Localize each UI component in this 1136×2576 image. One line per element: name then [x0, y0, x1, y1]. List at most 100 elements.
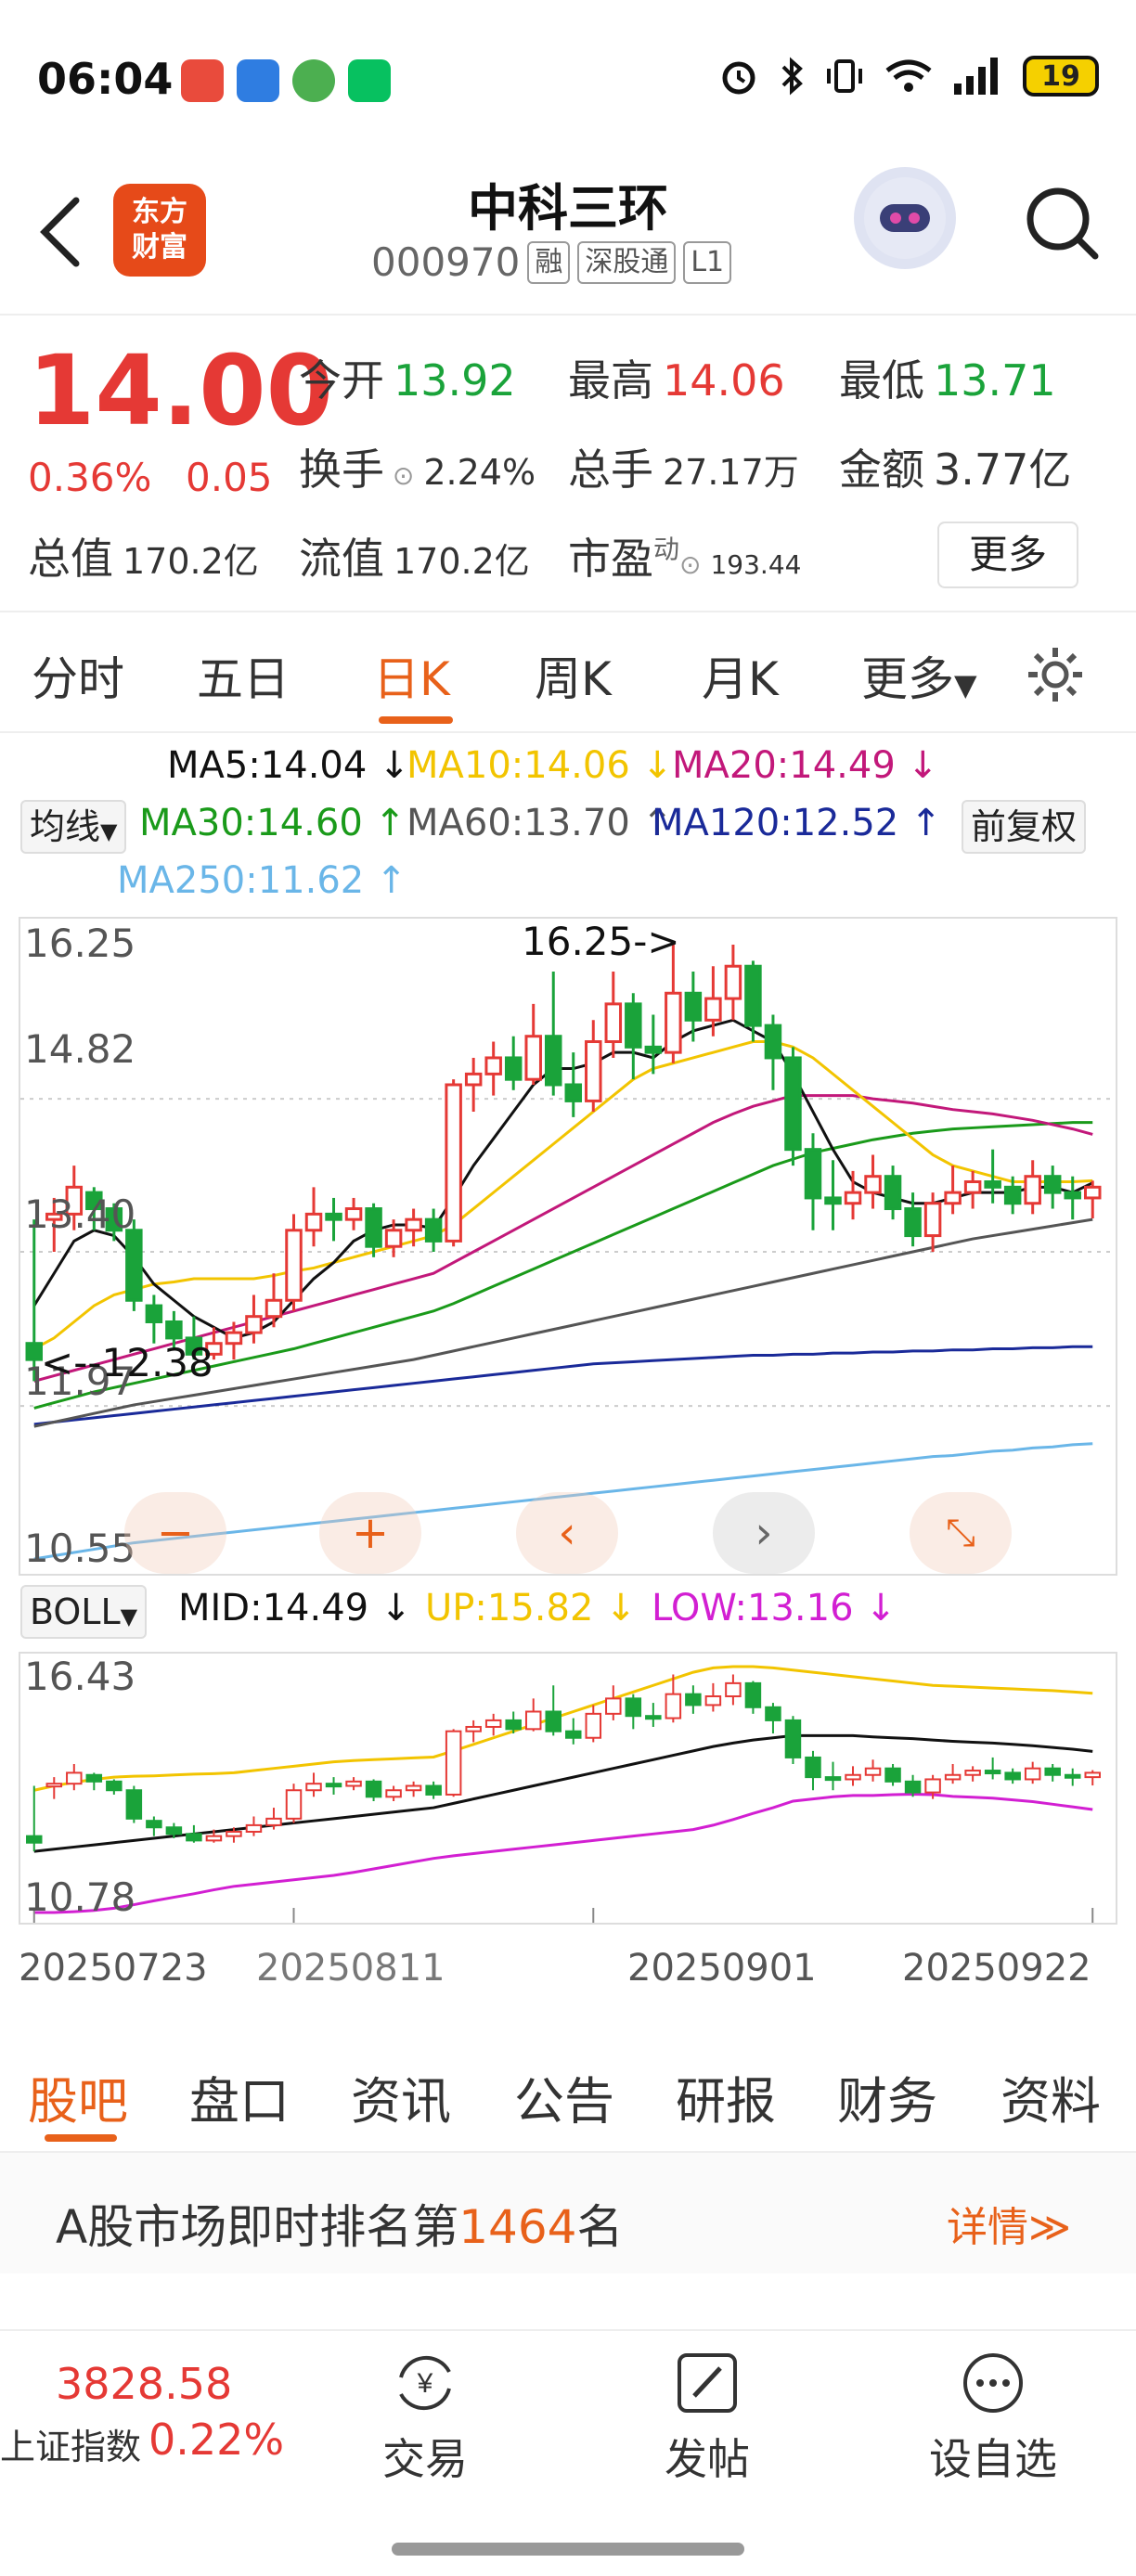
- boll-candle: [625, 1694, 642, 1730]
- boll-candle-body: [1084, 1771, 1101, 1779]
- scroll-right-button[interactable]: ›: [713, 1492, 815, 1574]
- tab-order-book[interactable]: 盘口: [189, 2060, 290, 2133]
- boll-candle-body: [665, 1693, 682, 1719]
- boll-candle-body: [984, 1770, 1001, 1775]
- reset-zoom-button[interactable]: ⤡: [910, 1492, 1012, 1574]
- boll-candle-body: [805, 1756, 821, 1779]
- amount-label: 金额: [839, 444, 924, 495]
- tab-forum[interactable]: 股吧: [28, 2060, 128, 2133]
- boll-low-legend: LOW:13.16 ↓: [652, 1587, 897, 1629]
- candle-body: [944, 1191, 962, 1205]
- indicator-select[interactable]: 均线▼: [20, 800, 127, 854]
- tab-more[interactable]: 更多▼: [861, 642, 977, 709]
- turnover-field: 换手 ⊙ 2.24%: [299, 436, 536, 497]
- indicator-select-label: 均线: [30, 806, 101, 847]
- candle: [325, 1197, 342, 1242]
- scroll-left-button[interactable]: ‹: [516, 1492, 618, 1574]
- rank-number: 1464: [458, 2200, 577, 2254]
- boll-candle: [1004, 1768, 1021, 1784]
- candle: [1083, 1180, 1102, 1218]
- candle-body: [524, 1035, 542, 1081]
- tab-weekly-k[interactable]: 周K: [535, 642, 612, 709]
- kline-y-3: 13.40: [24, 1191, 136, 1237]
- volume-label: 总手: [568, 444, 653, 495]
- candle-body: [665, 991, 682, 1054]
- boll-candle-body: [845, 1773, 861, 1781]
- low-label: 最低: [839, 355, 924, 406]
- boll-candle: [26, 1785, 43, 1852]
- assistant-avatar[interactable]: [854, 167, 956, 269]
- zoom-in-button[interactable]: +: [319, 1492, 421, 1574]
- candle-body: [125, 1229, 143, 1302]
- stock-header: 东方 财富 中科三环 000970 融 深股通 L1: [0, 158, 1136, 316]
- settings-gear-icon[interactable]: [1023, 642, 1088, 707]
- stock-name: 中科三环: [468, 179, 668, 238]
- ma30-legend: MA30:14.60 ↑: [139, 802, 406, 844]
- connect-tag: 深股通: [577, 240, 677, 284]
- info-dots-icon: ⊙: [384, 460, 415, 491]
- boll-candle-body: [1044, 1767, 1061, 1776]
- kline-chart[interactable]: [19, 917, 1117, 1576]
- candle-body: [445, 1083, 462, 1243]
- candle-body: [904, 1207, 922, 1238]
- trade-button[interactable]: ¥ 交易: [351, 2350, 499, 2487]
- boll-candle: [824, 1761, 842, 1791]
- boll-candle-body: [524, 1710, 542, 1731]
- svg-text:¥: ¥: [417, 2368, 433, 2399]
- boll-candle: [405, 1781, 422, 1797]
- rank-prefix: A股市场即时排名第: [56, 2200, 459, 2254]
- tab-research[interactable]: 研报: [676, 2060, 776, 2133]
- zoom-out-button[interactable]: −: [124, 1492, 226, 1574]
- candle-body: [804, 1148, 822, 1200]
- tab-intraday[interactable]: 分时: [32, 642, 124, 709]
- candle: [145, 1294, 163, 1344]
- tab-daily-k[interactable]: 日K: [373, 642, 450, 709]
- candle: [724, 945, 742, 1021]
- boll-candle: [685, 1685, 702, 1714]
- adjust-button[interactable]: 前复权: [962, 800, 1087, 854]
- bottom-bar: 3828.58 上证指数 0.22% ¥ 交易 发帖 设自选: [0, 2329, 1136, 2515]
- tab-five-day[interactable]: 五日: [197, 642, 290, 709]
- active-subtab-indicator: [45, 2134, 117, 2142]
- boll-candle-body: [66, 1771, 83, 1785]
- tab-financials[interactable]: 财务: [837, 2060, 937, 2133]
- post-button[interactable]: 发帖: [633, 2350, 781, 2487]
- tab-profile[interactable]: 资料: [1000, 2060, 1101, 2133]
- candle-body: [963, 1180, 982, 1194]
- pe-field: 市盈动⊙ 193.44: [568, 525, 801, 586]
- caret-down-icon: ▼: [120, 1604, 138, 1629]
- market-rank-row[interactable]: A股市场即时排名第1464名 详情≫: [0, 2153, 1136, 2273]
- boll-candle: [864, 1759, 882, 1782]
- signal-icon: [954, 58, 998, 95]
- sub-indicator-select[interactable]: BOLL▼: [20, 1585, 148, 1639]
- boll-candle-body: [964, 1770, 981, 1776]
- tab-news[interactable]: 资讯: [351, 2060, 451, 2133]
- candle: [564, 1052, 583, 1117]
- boll-y-bottom: 10.78: [24, 1874, 136, 1920]
- info-dots-icon: ⊙: [679, 549, 702, 580]
- boll-candle: [585, 1705, 602, 1743]
- candle: [245, 1294, 263, 1344]
- candle-body: [245, 1315, 263, 1334]
- wifi-icon: [885, 59, 932, 92]
- boll-chart[interactable]: [19, 1652, 1117, 1925]
- boll-candle: [884, 1763, 901, 1786]
- rank-detail-link[interactable]: 详情≫: [947, 2194, 1071, 2253]
- ma60-legend: MA60:13.70 ↑: [407, 802, 673, 844]
- robot-icon: [864, 177, 946, 259]
- change-percent: 0.36%: [28, 455, 152, 500]
- candle: [424, 1208, 443, 1252]
- search-button[interactable]: [1021, 176, 1104, 269]
- boll-candle-body: [784, 1719, 802, 1758]
- date-label-2: 20250811: [256, 1947, 445, 1990]
- candle-body: [704, 997, 722, 1022]
- add-favorite-button[interactable]: 设自选: [919, 2350, 1067, 2487]
- tab-announcements[interactable]: 公告: [514, 2060, 614, 2133]
- candle-body: [724, 964, 742, 1000]
- boll-candle: [545, 1685, 562, 1736]
- more-dots-icon: [963, 2353, 1023, 2413]
- ma20-legend: MA20:14.49 ↓: [672, 744, 938, 787]
- more-quote-button[interactable]: 更多: [937, 522, 1078, 588]
- boll-candle-body: [45, 1783, 63, 1788]
- tab-monthly-k[interactable]: 月K: [702, 642, 779, 709]
